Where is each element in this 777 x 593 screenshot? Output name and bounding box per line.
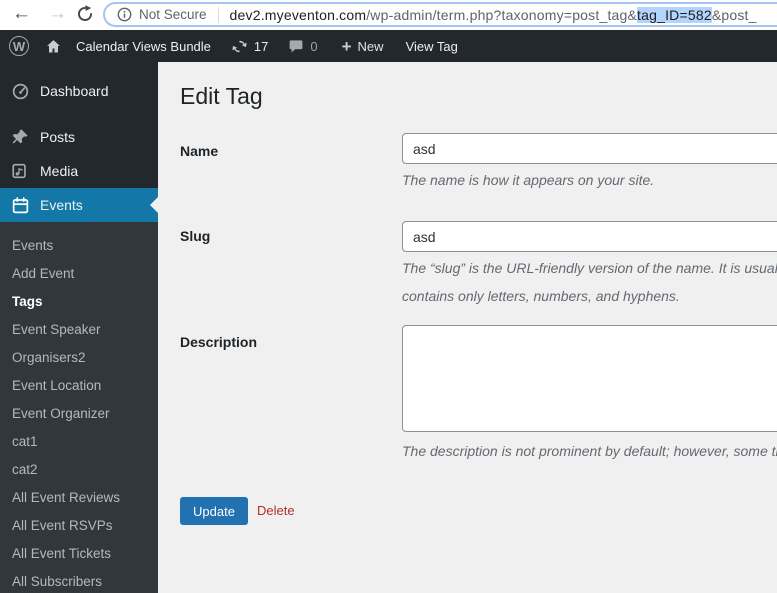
home-icon — [45, 38, 62, 55]
admin-bar-view-tag[interactable]: View Tag — [406, 39, 458, 54]
submenu-item-all-event-tickets[interactable]: All Event Tickets — [0, 539, 158, 567]
reload-icon[interactable] — [76, 5, 94, 28]
security-label: Not Secure — [139, 7, 207, 22]
submenu-item-event-speaker[interactable]: Event Speaker — [0, 315, 158, 343]
admin-bar-new[interactable]: + New — [342, 38, 384, 55]
url-domain: dev2.myeventon.com — [229, 6, 367, 23]
submenu-item-cat2[interactable]: cat2 — [0, 455, 158, 483]
description-label: Description — [180, 334, 258, 350]
menu-separator — [0, 108, 158, 120]
info-icon[interactable] — [117, 7, 132, 22]
sidebar-item-label: Dashboard — [40, 83, 109, 99]
back-icon[interactable]: ← — [12, 1, 31, 27]
pushpin-icon — [10, 127, 30, 147]
admin-bar-site-link[interactable]: Calendar Views Bundle — [45, 38, 211, 55]
dashboard-icon — [10, 81, 30, 101]
browser-toolbar: ← → Not Secure dev2.myeventon.com/wp-adm… — [0, 0, 777, 30]
slug-help-line2: contains only letters, numbers, and hyph… — [402, 288, 680, 304]
sidebar-item-events[interactable]: Events — [0, 188, 158, 222]
submenu-item-event-organizer[interactable]: Event Organizer — [0, 399, 158, 427]
slug-help-line1: The “slug” is the URL-friendly version o… — [402, 260, 777, 276]
url-bar[interactable]: Not Secure dev2.myeventon.com/wp-admin/t… — [103, 2, 777, 27]
submenu-item-add-event[interactable]: Add Event — [0, 259, 158, 287]
description-textarea[interactable] — [402, 325, 777, 432]
submenu-item-organisers2[interactable]: Organisers2 — [0, 343, 158, 371]
plus-icon: + — [341, 36, 352, 56]
calendar-icon — [10, 195, 30, 215]
url-text[interactable]: dev2.myeventon.com/wp-admin/term.php?tax… — [229, 6, 757, 23]
delete-link[interactable]: Delete — [257, 503, 295, 518]
sidebar-item-posts[interactable]: Posts — [0, 120, 158, 154]
description-help-text: The description is not prominent by defa… — [402, 443, 777, 459]
page-title: Edit Tag — [180, 83, 263, 109]
omnibox-divider — [217, 6, 219, 23]
submenu-item-all-event-reviews[interactable]: All Event Reviews — [0, 483, 158, 511]
sidebar-item-label: Media — [40, 163, 79, 179]
media-icon — [10, 161, 30, 181]
name-input[interactable] — [402, 133, 777, 164]
updates-count: 17 — [253, 38, 269, 54]
wp-admin-bar: W Calendar Views Bundle 17 0 + New View … — [0, 30, 777, 62]
comment-icon — [288, 38, 304, 54]
submenu-item-all-event-rsvps[interactable]: All Event RSVPs — [0, 511, 158, 539]
events-submenu: Events Add Event Tags Event Speaker Orga… — [0, 222, 158, 593]
sidebar-item-dashboard[interactable]: Dashboard — [0, 74, 158, 108]
updates-icon — [231, 38, 248, 55]
admin-bar-updates[interactable]: 17 — [231, 38, 268, 55]
slug-input[interactable] — [402, 221, 777, 252]
url-path: /wp-admin/term.php?taxonomy=post_tag& — [366, 6, 638, 23]
screen: ← → Not Secure dev2.myeventon.com/wp-adm… — [0, 0, 777, 593]
submenu-item-cat1[interactable]: cat1 — [0, 427, 158, 455]
slug-help-text: The “slug” is the URL-friendly version o… — [402, 254, 777, 310]
forward-icon[interactable]: → — [48, 1, 67, 27]
edit-tag-page: Edit Tag Name The name is how it appears… — [158, 62, 777, 593]
sidebar-item-label: Posts — [40, 129, 76, 145]
name-label: Name — [180, 143, 219, 159]
url-after: &post_ — [711, 6, 757, 23]
sidebar-item-media[interactable]: Media — [0, 154, 158, 188]
admin-sidebar: Dashboard Posts Media Events Events Add … — [0, 62, 158, 593]
wordpress-logo-icon[interactable]: W — [9, 36, 29, 56]
view-tag-label: View Tag — [405, 38, 458, 54]
sidebar-item-label: Events — [40, 197, 83, 213]
new-label: New — [357, 38, 384, 54]
admin-bar-comments[interactable]: 0 — [288, 38, 318, 54]
url-selected-text: tag_ID=582 — [637, 6, 712, 23]
name-help-text: The name is how it appears on your site. — [402, 172, 655, 188]
site-name: Calendar Views Bundle — [76, 38, 211, 54]
submenu-item-event-location[interactable]: Event Location — [0, 371, 158, 399]
comments-count: 0 — [310, 38, 318, 54]
submenu-item-all-subscribers[interactable]: All Subscribers — [0, 567, 158, 593]
submenu-item-tags[interactable]: Tags — [0, 287, 158, 315]
submenu-item-events[interactable]: Events — [0, 231, 158, 259]
update-button[interactable]: Update — [180, 497, 248, 525]
current-item-arrow — [150, 197, 158, 213]
slug-label: Slug — [180, 228, 211, 244]
